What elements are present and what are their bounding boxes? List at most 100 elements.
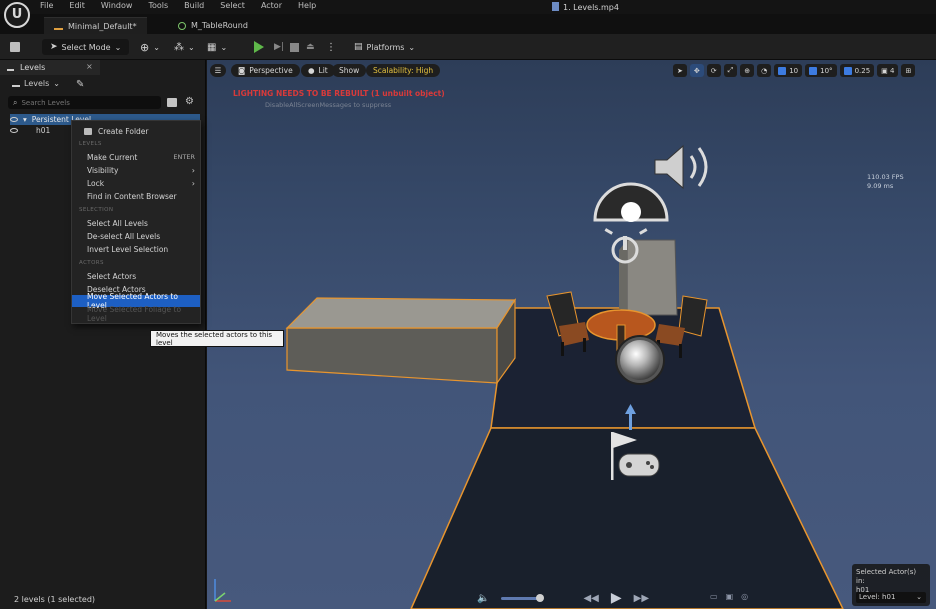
- select-tool-button[interactable]: ➤: [673, 64, 687, 77]
- menu-item-label: De-select All Levels: [87, 231, 161, 241]
- scale-snap-icon: [843, 66, 852, 75]
- save-button[interactable]: [10, 39, 20, 55]
- search-input[interactable]: [21, 98, 152, 107]
- platforms-label: Platforms: [366, 42, 405, 52]
- menu-section-actors: ACTORS: [79, 260, 104, 266]
- screen-icon[interactable]: ▣: [726, 592, 734, 601]
- menu-actor[interactable]: Actor: [261, 1, 282, 10]
- add-actor-button[interactable]: ⊕ ⌄: [140, 39, 160, 55]
- levels-status: 2 levels (1 selected): [14, 595, 96, 604]
- levels-dropdown[interactable]: Levels ⌄: [12, 79, 60, 88]
- rotate-tool-button[interactable]: ⟳: [706, 64, 721, 77]
- step-button[interactable]: ▶|: [274, 39, 284, 55]
- perspective-button[interactable]: ◙ Perspective: [231, 64, 300, 77]
- levels-icon: [12, 81, 20, 87]
- view-mode-button[interactable]: ● Lit: [301, 64, 335, 77]
- level-select-dropdown[interactable]: Level: h01 ⌄: [856, 592, 926, 603]
- pillar-side: [619, 240, 627, 315]
- menu-tools[interactable]: Tools: [148, 1, 168, 10]
- cinematics-button[interactable]: ▦ ⌄: [207, 39, 227, 55]
- blueprint-icon: ⁂: [174, 41, 184, 53]
- menu-item-find-in-content-browser[interactable]: Find in Content Browser: [72, 190, 200, 202]
- world-space-button[interactable]: ⊕: [740, 64, 755, 77]
- surface-snap-icon: ◔: [761, 66, 768, 75]
- perspective-label: Perspective: [249, 66, 293, 75]
- fast-forward-icon[interactable]: ▶▶: [634, 593, 649, 604]
- surface-snap-button[interactable]: ◔: [757, 64, 772, 77]
- window-title: 1. Levels.mp4: [552, 2, 619, 12]
- eye-icon[interactable]: [10, 128, 18, 133]
- blueprint-button[interactable]: ⁂ ⌄: [174, 39, 195, 55]
- platforms-dropdown[interactable]: ▤ Platforms ⌄: [354, 39, 415, 55]
- tab-m-tableround[interactable]: M_TableRound: [168, 17, 258, 34]
- chevron-down-icon: ⌄: [188, 42, 195, 52]
- tab-minimal-default[interactable]: Minimal_Default*: [44, 17, 147, 34]
- tooltip: Moves the selected actors to this level: [150, 330, 284, 347]
- menu-item-make-current[interactable]: Make Current ENTER: [72, 151, 200, 163]
- eye-icon[interactable]: [10, 117, 18, 122]
- globe-icon: ⊕: [744, 66, 751, 75]
- volume-slider[interactable]: [501, 593, 545, 602]
- menu-select[interactable]: Select: [220, 1, 245, 10]
- menu-section-selection: SELECTION: [79, 207, 114, 213]
- expand-arrow-icon[interactable]: ▾: [23, 115, 27, 124]
- rotation-snap-button[interactable]: 10°: [805, 64, 837, 77]
- pencil-icon[interactable]: ✎: [76, 80, 86, 90]
- main-menu: File Edit Window Tools Build Select Acto…: [40, 1, 316, 10]
- translate-tool-button[interactable]: ✥: [689, 64, 704, 77]
- gear-icon[interactable]: ⚙: [185, 97, 194, 107]
- menu-item-select-actors[interactable]: Select Actors: [72, 270, 200, 282]
- menu-file[interactable]: File: [40, 1, 53, 10]
- menu-window[interactable]: Window: [101, 1, 133, 10]
- camera-speed-button[interactable]: ▣ 4: [877, 64, 899, 77]
- menu-item-invert-level-selection[interactable]: Invert Level Selection: [72, 243, 200, 255]
- level-icon: [54, 22, 63, 30]
- stop-icon: [290, 42, 299, 52]
- maximize-viewport-button[interactable]: ⊞: [901, 64, 916, 77]
- play-button[interactable]: [254, 39, 264, 55]
- box-left-roof: [285, 297, 517, 329]
- level-viewport[interactable]: ☰ ◙ Perspective ● Lit Show Scalability: Hi…: [207, 60, 936, 609]
- settings-circle-icon[interactable]: ◎: [741, 592, 748, 601]
- rotation-snap-value: 10°: [820, 66, 833, 75]
- show-button[interactable]: Show: [332, 64, 367, 77]
- menu-item-deselect-all-levels[interactable]: De-select All Levels: [72, 230, 200, 242]
- menu-item-create-folder[interactable]: Create Folder: [72, 125, 200, 137]
- stop-button[interactable]: [290, 39, 299, 55]
- add-cube-icon: ⊕: [140, 40, 150, 54]
- subtitles-icon[interactable]: ▭: [710, 592, 718, 601]
- camera-icon: ◙: [238, 66, 246, 75]
- menu-help[interactable]: Help: [298, 1, 316, 10]
- volume-icon[interactable]: 🔈: [477, 593, 489, 604]
- menu-item-lock[interactable]: Lock ›: [72, 177, 200, 189]
- scale-snap-button[interactable]: 0.25: [839, 64, 875, 77]
- platforms-icon: ▤: [354, 42, 363, 52]
- grid-snap-button[interactable]: 10: [774, 64, 803, 77]
- shortcut-label: ENTER: [173, 153, 195, 161]
- menu-build[interactable]: Build: [184, 1, 204, 10]
- move-icon: ✥: [693, 66, 700, 75]
- axis-icon: [214, 579, 231, 602]
- menu-edit[interactable]: Edit: [69, 1, 85, 10]
- volume-knob[interactable]: [536, 593, 545, 602]
- rewind-icon[interactable]: ◀◀: [583, 593, 598, 604]
- menu-item-visibility[interactable]: Visibility ›: [72, 164, 200, 176]
- play-options-button[interactable]: ⋮: [326, 39, 336, 55]
- play-icon[interactable]: ▶: [611, 590, 622, 606]
- fps-readout: 110.03 FPS 9.09 ms: [867, 173, 904, 191]
- unreal-logo[interactable]: U: [4, 2, 30, 28]
- levels-tab[interactable]: Levels: [0, 60, 100, 75]
- close-icon[interactable]: ×: [86, 62, 93, 71]
- folder-icon: [84, 127, 92, 135]
- select-mode-dropdown[interactable]: ➤ Select Mode ⌄: [42, 39, 130, 55]
- cursor-icon: ➤: [677, 66, 683, 75]
- scale-tool-button[interactable]: ⤢: [723, 64, 738, 77]
- new-folder-icon[interactable]: [167, 98, 177, 107]
- play-icon: [254, 41, 264, 53]
- viewport-menu-button[interactable]: ☰: [210, 64, 226, 77]
- menu-item-select-all-levels[interactable]: Select All Levels: [72, 217, 200, 229]
- scalability-button[interactable]: Scalability: High: [366, 64, 441, 77]
- eject-button[interactable]: ⏏: [306, 39, 315, 55]
- menu-item-label: Make Current: [87, 152, 138, 162]
- window-title-text: 1. Levels.mp4: [563, 3, 619, 12]
